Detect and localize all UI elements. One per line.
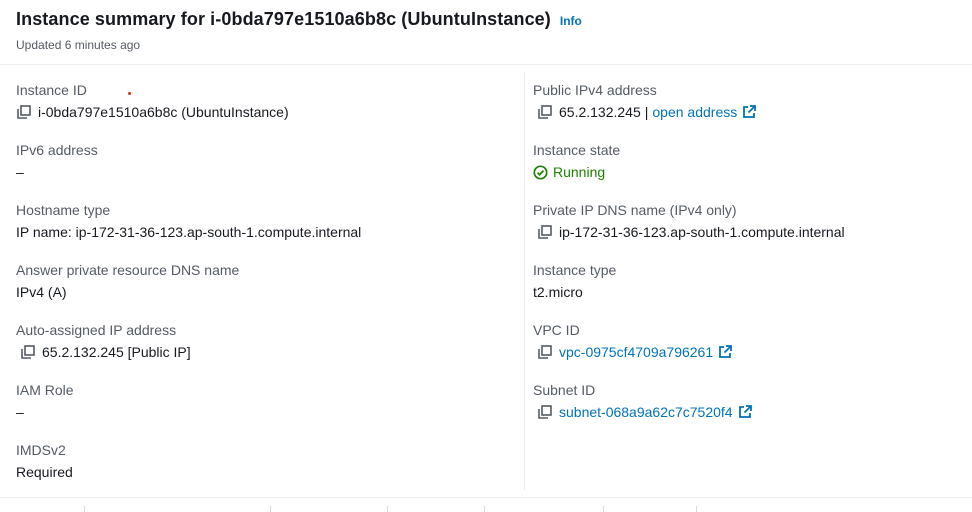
running-label: Running: [553, 164, 606, 180]
field-hostname-type: Hostname type IP name: ip-172-31-36-123.…: [16, 202, 361, 240]
tab-divider: [603, 506, 604, 512]
status-check-icon: [533, 164, 548, 180]
field-value: 65.2.132.245 | open address: [533, 104, 757, 120]
field-label: IMDSv2: [16, 442, 66, 458]
field-label: Subnet ID: [533, 382, 596, 398]
tab-divider: [84, 506, 85, 512]
instance-state-value: Running: [533, 164, 620, 180]
field-private-dns: Private IP DNS name (IPv4 only) ip-172-3…: [533, 202, 845, 240]
page-title: Instance summary for i-0bda797e1510a6b8c…: [16, 9, 551, 29]
field-imdsv2: IMDSv2 Required: [16, 442, 73, 480]
field-instance-id: Instance ID i-0bda797e1510a6b8c (UbuntuI…: [16, 82, 289, 120]
field-vpc-id: VPC ID vpc-0975cf4709a796261: [533, 322, 733, 360]
field-answer-dns: Answer private resource DNS name IPv4 (A…: [16, 262, 239, 300]
tab-divider: [387, 506, 388, 512]
field-subnet-id: Subnet ID subnet-068a9a62c7c7520f4: [533, 382, 752, 420]
field-label: Hostname type: [16, 202, 111, 218]
field-label: VPC ID: [533, 322, 580, 338]
imdsv2-value: Required: [16, 464, 73, 480]
instance-id-value: i-0bda797e1510a6b8c (UbuntuInstance): [38, 104, 289, 120]
field-value: 65.2.132.245 [Public IP]: [16, 344, 191, 360]
tab-divider: [270, 506, 271, 512]
copy-icon[interactable]: [537, 104, 553, 120]
ipv6-value: –: [16, 164, 24, 180]
field-value: ip-172-31-36-123.ap-south-1.compute.inte…: [533, 224, 845, 240]
info-link[interactable]: Info: [560, 14, 582, 28]
field-value: subnet-068a9a62c7c7520f4: [533, 404, 752, 420]
external-link-icon[interactable]: [738, 405, 752, 419]
field-label: Instance type: [533, 262, 617, 278]
copy-icon[interactable]: [537, 404, 553, 420]
copy-icon[interactable]: [537, 224, 553, 240]
field-label: IAM Role: [16, 382, 74, 398]
field-ipv6: IPv6 address –: [16, 142, 98, 180]
external-link-icon[interactable]: [742, 105, 757, 119]
field-value: vpc-0975cf4709a796261: [533, 344, 733, 360]
subnet-id-link[interactable]: subnet-068a9a62c7c7520f4: [559, 404, 733, 420]
field-label: Instance ID: [16, 82, 87, 98]
public-ipv4-value: 65.2.132.245: [559, 104, 641, 120]
copy-icon[interactable]: [20, 344, 36, 360]
tab-divider: [696, 506, 697, 512]
private-dns-value: ip-172-31-36-123.ap-south-1.compute.inte…: [559, 224, 845, 240]
field-public-ipv4: Public IPv4 address 65.2.132.245 | open …: [533, 82, 757, 120]
field-label: Answer private resource DNS name: [16, 262, 240, 278]
field-label: IPv6 address: [16, 142, 98, 158]
separator: |: [644, 104, 649, 120]
field-label: Instance state: [533, 142, 621, 158]
field-instance-state: Instance state Running: [533, 142, 620, 180]
field-label: Private IP DNS name (IPv4 only): [533, 202, 737, 218]
field-value: i-0bda797e1510a6b8c (UbuntuInstance): [16, 104, 289, 120]
summary-header: Instance summary for i-0bda797e1510a6b8c…: [0, 0, 972, 65]
column-divider: [524, 72, 525, 490]
copy-icon[interactable]: [537, 344, 553, 360]
iam-role-value: –: [16, 404, 24, 420]
updated-timestamp: Updated 6 minutes ago: [16, 38, 141, 52]
instance-type-value: t2.micro: [533, 284, 583, 300]
external-link-icon[interactable]: [718, 345, 733, 359]
hostname-type-value: IP name: ip-172-31-36-123.ap-south-1.com…: [16, 224, 362, 240]
field-label: Public IPv4 address: [533, 82, 657, 98]
title-row: Instance summary for i-0bda797e1510a6b8c…: [16, 9, 582, 30]
auto-ip-value: 65.2.132.245 [Public IP]: [42, 344, 191, 360]
field-label: Auto-assigned IP address: [16, 322, 177, 338]
answer-dns-value: IPv4 (A): [16, 284, 67, 300]
field-auto-ip: Auto-assigned IP address 65.2.132.245 [P…: [16, 322, 191, 360]
field-iam-role: IAM Role –: [16, 382, 74, 420]
field-instance-type: Instance type t2.micro: [533, 262, 616, 300]
tab-divider: [484, 506, 485, 512]
open-address-link[interactable]: open address: [652, 104, 737, 120]
vpc-id-link[interactable]: vpc-0975cf4709a796261: [559, 344, 713, 360]
tabs-strip: [0, 498, 972, 510]
copy-icon[interactable]: [16, 104, 32, 120]
